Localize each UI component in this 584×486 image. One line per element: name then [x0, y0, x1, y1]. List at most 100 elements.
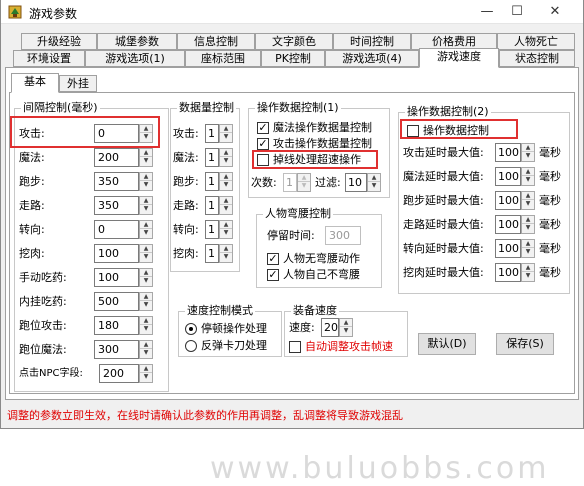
- spin-down-icon[interactable]: ▼: [522, 176, 534, 184]
- tab-game-options-4[interactable]: 游戏选项(4): [325, 50, 419, 67]
- auto-attack-frame-checkbox[interactable]: [289, 341, 301, 353]
- opdata2-dig-input[interactable]: 100: [495, 263, 521, 282]
- spin-down-icon[interactable]: ▼: [368, 182, 380, 190]
- spin-down-icon[interactable]: ▼: [220, 133, 232, 141]
- spin-up-icon[interactable]: ▲: [220, 173, 232, 181]
- opdata2-turn-input[interactable]: 100: [495, 239, 521, 258]
- opdata1-filter-input[interactable]: 10: [345, 173, 367, 192]
- default-button[interactable]: 默认(D): [418, 333, 476, 355]
- opdata2-attack-spinner[interactable]: ▲ ▼: [521, 143, 535, 162]
- opdata1-attack-checkbox[interactable]: ✓: [257, 138, 269, 150]
- tab-game-speed[interactable]: 游戏速度: [419, 48, 499, 68]
- quantity-walk-input[interactable]: 1: [205, 196, 219, 215]
- tab-coord-range[interactable]: 座标范围: [185, 50, 261, 67]
- spin-down-icon[interactable]: ▼: [522, 224, 534, 232]
- close-button[interactable]: ✕: [541, 3, 569, 21]
- spin-up-icon[interactable]: ▲: [522, 144, 534, 152]
- quantity-dig-input[interactable]: 1: [205, 244, 219, 263]
- spin-down-icon[interactable]: ▼: [140, 157, 152, 165]
- subtab-plugin[interactable]: 外挂: [59, 75, 97, 92]
- interval-run-magic-input[interactable]: 300: [94, 340, 139, 359]
- spin-up-icon[interactable]: ▲: [220, 149, 232, 157]
- spin-down-icon[interactable]: ▼: [220, 157, 232, 165]
- quantity-turn-spinner[interactable]: ▲ ▼: [219, 220, 233, 239]
- interval-magic-spinner[interactable]: ▲ ▼: [139, 148, 153, 167]
- tab-info-control[interactable]: 信息控制: [177, 33, 255, 50]
- minimize-button[interactable]: —: [473, 3, 501, 21]
- spin-down-icon[interactable]: ▼: [220, 181, 232, 189]
- spin-up-icon[interactable]: ▲: [220, 245, 232, 253]
- spin-up-icon[interactable]: ▲: [220, 125, 232, 133]
- interval-manual-potion-input[interactable]: 100: [94, 268, 139, 287]
- opdata2-turn-spinner[interactable]: ▲ ▼: [521, 239, 535, 258]
- opdata2-run-input[interactable]: 100: [495, 191, 521, 210]
- spin-up-icon[interactable]: ▲: [140, 221, 152, 229]
- spin-down-icon[interactable]: ▼: [140, 301, 152, 309]
- interval-run-attack-input[interactable]: 180: [94, 316, 139, 335]
- spin-up-icon[interactable]: ▲: [140, 245, 152, 253]
- spin-up-icon[interactable]: ▲: [522, 216, 534, 224]
- tab-castle-params[interactable]: 城堡参数: [97, 33, 177, 50]
- tab-text-color[interactable]: 文字颜色: [255, 33, 333, 50]
- spin-down-icon[interactable]: ▼: [298, 182, 310, 190]
- spin-down-icon[interactable]: ▼: [140, 181, 152, 189]
- interval-turn-spinner[interactable]: ▲ ▼: [139, 220, 153, 239]
- interval-dig-input[interactable]: 100: [94, 244, 139, 263]
- spin-up-icon[interactable]: ▲: [140, 173, 152, 181]
- interval-npc-click-spinner[interactable]: ▲ ▼: [139, 364, 153, 383]
- speed-mode-rebound-radio[interactable]: [185, 340, 197, 352]
- tab-time-control[interactable]: 时间控制: [333, 33, 411, 50]
- tab-level-exp[interactable]: 升级经验: [21, 33, 97, 50]
- spin-down-icon[interactable]: ▼: [220, 229, 232, 237]
- opdata1-count-spinner[interactable]: ▲ ▼: [297, 173, 311, 192]
- spin-down-icon[interactable]: ▼: [522, 248, 534, 256]
- spin-down-icon[interactable]: ▼: [522, 272, 534, 280]
- spin-up-icon[interactable]: ▲: [140, 365, 152, 373]
- spin-up-icon[interactable]: ▲: [522, 240, 534, 248]
- bend-stay-input[interactable]: 300: [325, 226, 361, 245]
- opdata1-filter-spinner[interactable]: ▲ ▼: [367, 173, 381, 192]
- spin-down-icon[interactable]: ▼: [522, 152, 534, 160]
- spin-up-icon[interactable]: ▲: [140, 341, 152, 349]
- spin-down-icon[interactable]: ▼: [140, 253, 152, 261]
- interval-walk-spinner[interactable]: ▲ ▼: [139, 196, 153, 215]
- quantity-attack-spinner[interactable]: ▲ ▼: [219, 124, 233, 143]
- spin-down-icon[interactable]: ▼: [340, 327, 352, 335]
- spin-down-icon[interactable]: ▼: [140, 349, 152, 357]
- spin-down-icon[interactable]: ▼: [140, 325, 152, 333]
- tab-game-options-1[interactable]: 游戏选项(1): [85, 50, 185, 67]
- interval-dig-spinner[interactable]: ▲ ▼: [139, 244, 153, 263]
- interval-magic-input[interactable]: 200: [94, 148, 139, 167]
- spin-up-icon[interactable]: ▲: [298, 174, 310, 182]
- equip-speed-spinner[interactable]: ▲ ▼: [339, 318, 353, 337]
- quantity-dig-spinner[interactable]: ▲ ▼: [219, 244, 233, 263]
- equip-speed-input[interactable]: 20: [321, 318, 339, 337]
- speed-mode-pause-radio[interactable]: [185, 323, 197, 335]
- quantity-run-input[interactable]: 1: [205, 172, 219, 191]
- bend-self-no-bend-checkbox[interactable]: ✓: [267, 269, 279, 281]
- tab-status-control[interactable]: 状态控制: [499, 50, 575, 67]
- spin-up-icon[interactable]: ▲: [368, 174, 380, 182]
- quantity-magic-input[interactable]: 1: [205, 148, 219, 167]
- opdata2-attack-input[interactable]: 100: [495, 143, 521, 162]
- interval-auto-potion-input[interactable]: 500: [94, 292, 139, 311]
- spin-up-icon[interactable]: ▲: [140, 269, 152, 277]
- spin-up-icon[interactable]: ▲: [140, 293, 152, 301]
- interval-run-magic-spinner[interactable]: ▲ ▼: [139, 340, 153, 359]
- quantity-run-spinner[interactable]: ▲ ▼: [219, 172, 233, 191]
- quantity-magic-spinner[interactable]: ▲ ▼: [219, 148, 233, 167]
- opdata2-run-spinner[interactable]: ▲ ▼: [521, 191, 535, 210]
- interval-auto-potion-spinner[interactable]: ▲ ▼: [139, 292, 153, 311]
- interval-run-input[interactable]: 350: [94, 172, 139, 191]
- spin-up-icon[interactable]: ▲: [522, 264, 534, 272]
- interval-walk-input[interactable]: 350: [94, 196, 139, 215]
- spin-down-icon[interactable]: ▼: [220, 205, 232, 213]
- quantity-walk-spinner[interactable]: ▲ ▼: [219, 196, 233, 215]
- interval-run-spinner[interactable]: ▲ ▼: [139, 172, 153, 191]
- tab-environment[interactable]: 环境设置: [13, 50, 85, 67]
- spin-up-icon[interactable]: ▲: [220, 197, 232, 205]
- opdata2-magic-spinner[interactable]: ▲ ▼: [521, 167, 535, 186]
- spin-up-icon[interactable]: ▲: [140, 197, 152, 205]
- opdata2-walk-input[interactable]: 100: [495, 215, 521, 234]
- opdata2-magic-input[interactable]: 100: [495, 167, 521, 186]
